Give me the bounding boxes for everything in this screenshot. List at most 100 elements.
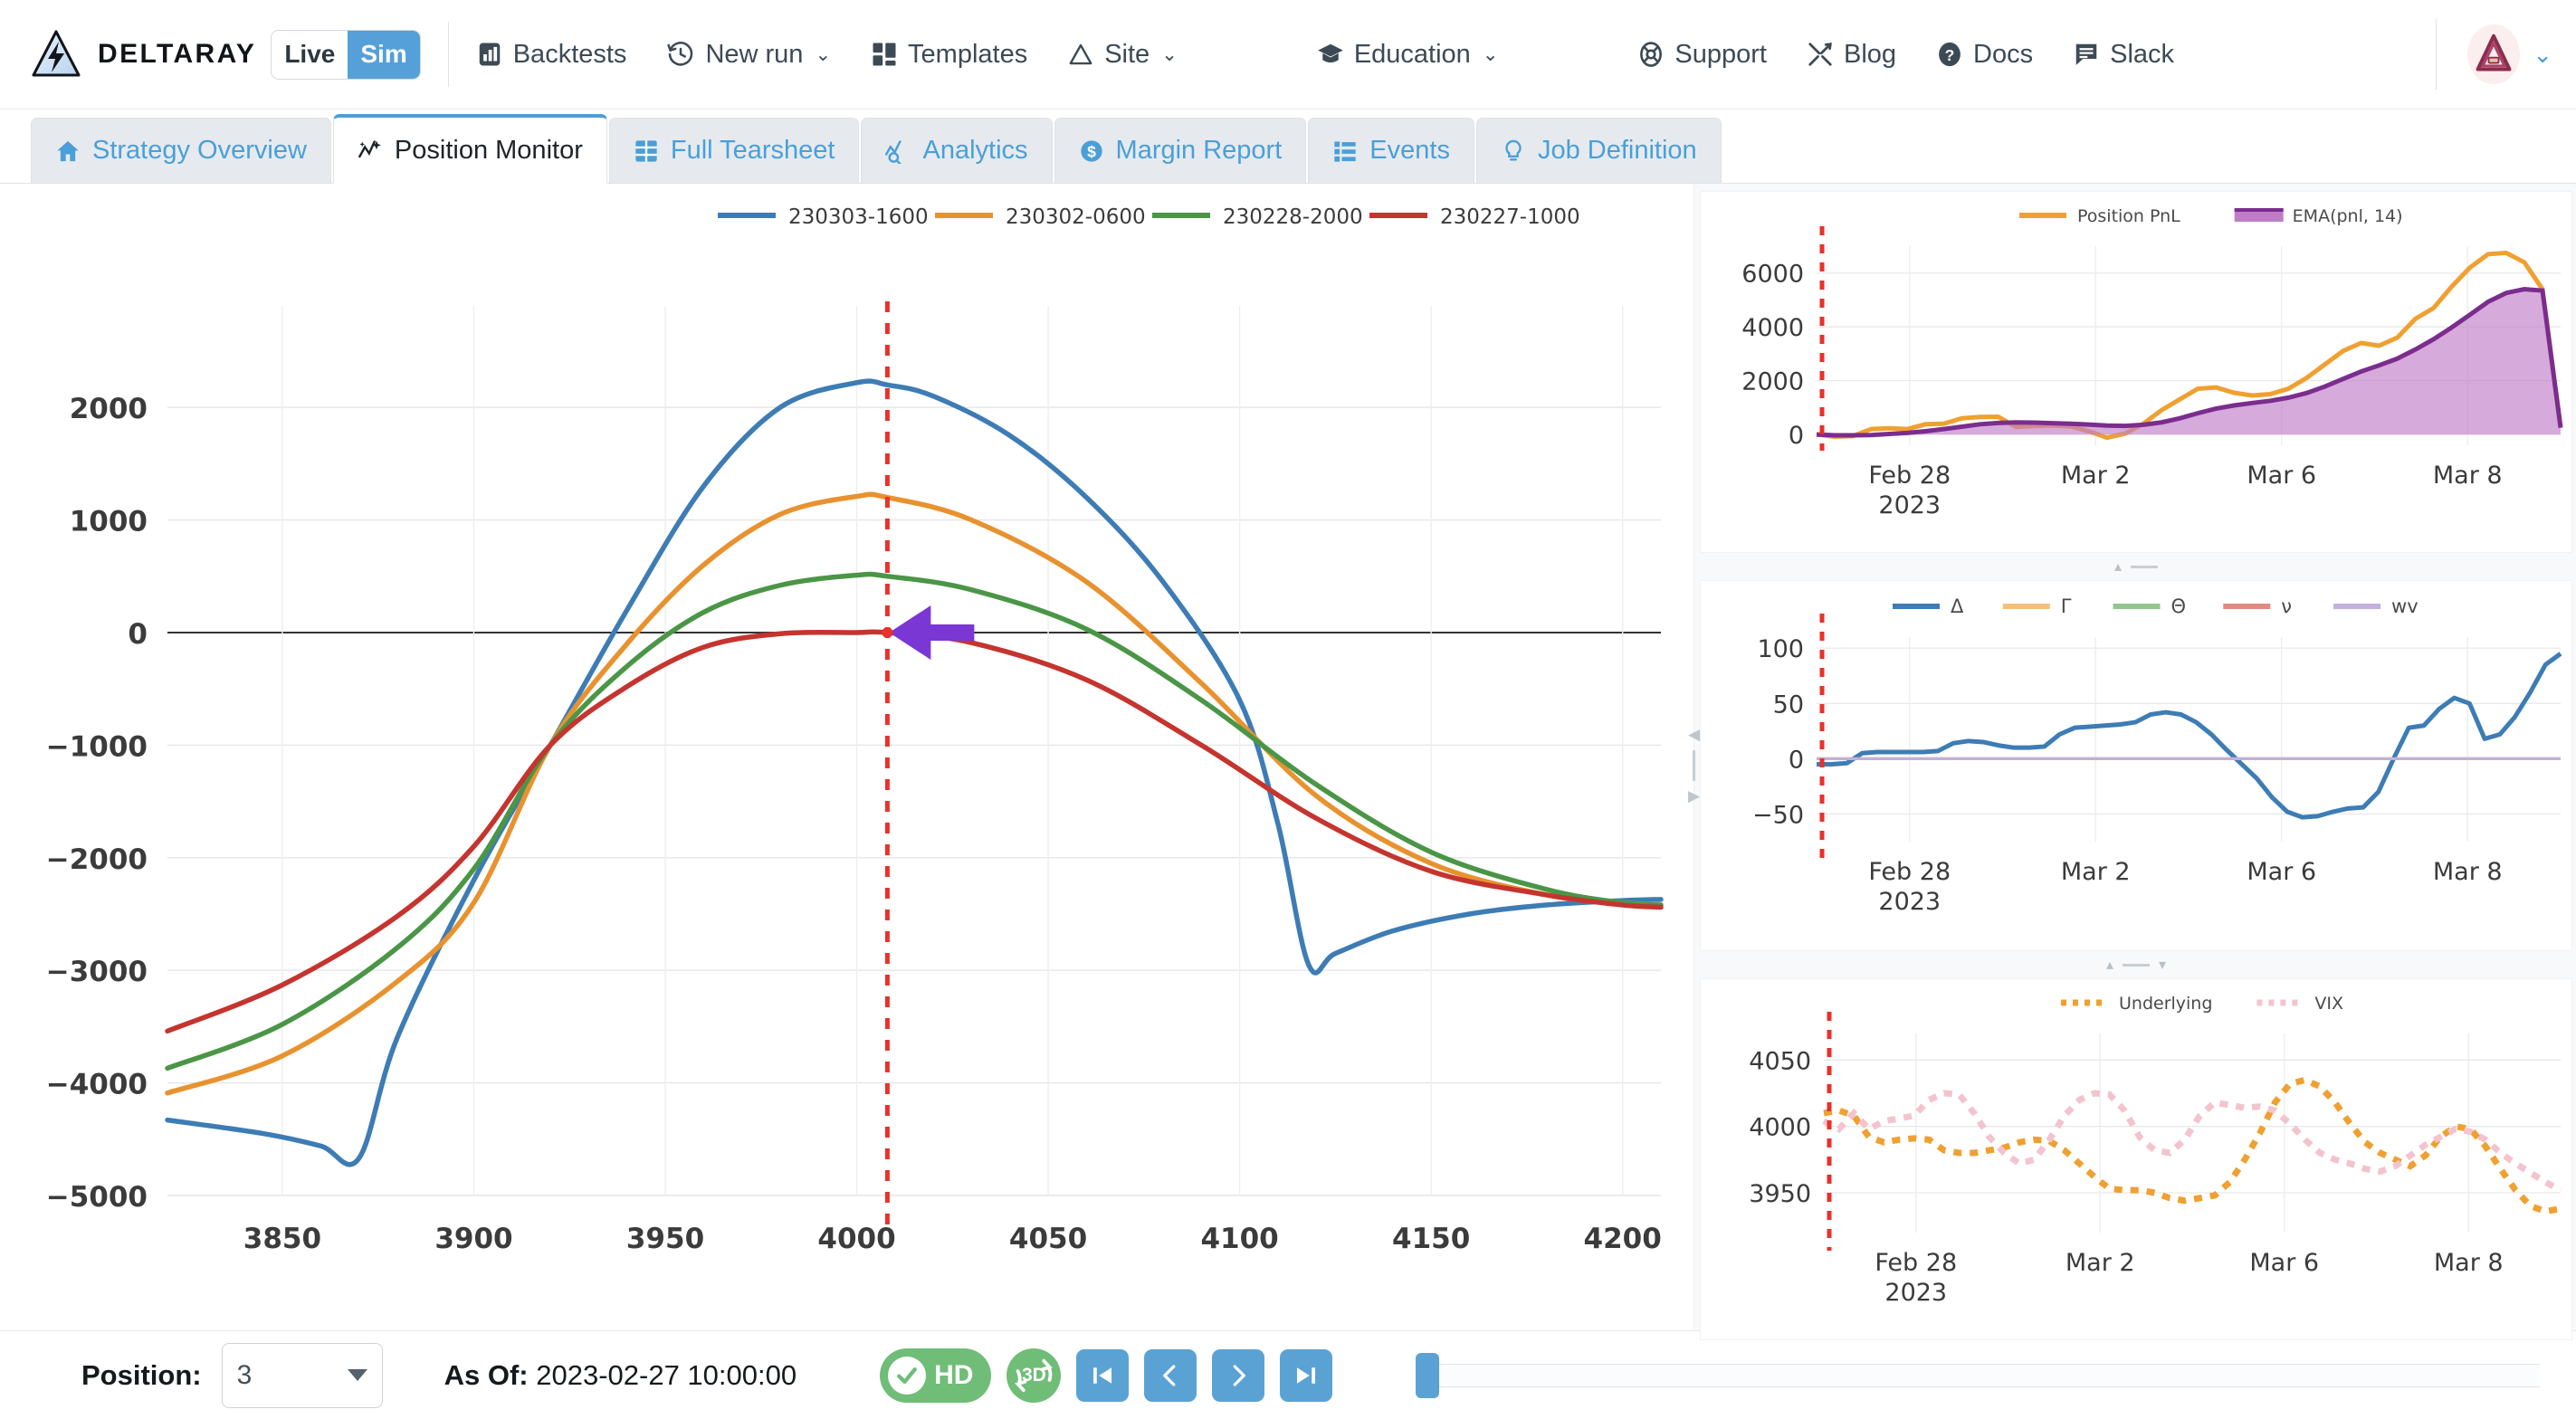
tab-label: Strategy Overview xyxy=(92,136,307,165)
svg-text:Mar 6: Mar 6 xyxy=(2249,1249,2319,1277)
nav-item-backtests[interactable]: Backtests xyxy=(476,40,626,70)
greeks-panel[interactable]: ◀ ▶ Δ Γ Θν wv 100 50 0 −50 Feb 28 2023 Mar 2 Mar 6 M… xyxy=(1688,580,2572,951)
svg-text:2023: 2023 xyxy=(1878,491,1941,519)
avatar[interactable] xyxy=(2467,24,2521,84)
underlying-chart[interactable]: Underlying VIX 4050 4000 3950 Feb 282023 Mar 2… xyxy=(1701,979,2571,1339)
nav-item-site[interactable]: Site ⌄ xyxy=(1067,40,1178,70)
panel-collapse-handle[interactable]: ◀ ▶ xyxy=(1688,726,1700,805)
svg-text:−50: −50 xyxy=(1752,801,1804,829)
slider-track[interactable] xyxy=(1416,1363,2540,1387)
step-forward-button[interactable] xyxy=(1212,1348,1265,1402)
underlying-panel[interactable]: Underlying VIX 4050 4000 3950 Feb 28 2023 Mar 2… xyxy=(1700,978,2572,1340)
chevron-down-icon: ⌄ xyxy=(1161,43,1178,65)
step-back-button[interactable] xyxy=(1144,1348,1197,1402)
mode-live-option[interactable]: Live xyxy=(272,30,348,79)
nav-item-new-run[interactable]: New run ⌄ xyxy=(666,40,831,70)
svg-text:4100: 4100 xyxy=(1200,1223,1278,1255)
nav-label: Slack xyxy=(2110,39,2175,69)
svg-text:4200: 4200 xyxy=(1584,1223,1662,1255)
trend-sparkle-icon xyxy=(358,138,383,163)
as-of-label: As Of: xyxy=(444,1358,529,1391)
brand-logo-group[interactable]: DELTARAY xyxy=(31,29,256,80)
svg-text:Mar 6: Mar 6 xyxy=(2247,858,2316,886)
tab-job-definition[interactable]: Job Definition xyxy=(1475,118,1722,183)
nav-label: Docs xyxy=(1973,39,2034,69)
svg-text:230302-0600: 230302-0600 xyxy=(1006,205,1146,229)
position-select[interactable]: 3 xyxy=(221,1342,383,1408)
svg-text:Position PnL: Position PnL xyxy=(2077,206,2180,226)
tab-full-tearsheet[interactable]: Full Tearsheet xyxy=(608,118,860,183)
svg-text:100: 100 xyxy=(1757,635,1804,663)
nav-item-templates[interactable]: Templates xyxy=(871,40,1027,70)
payoff-chart-pane: 230303-1600 230302-0600 230228-2000 230227-… xyxy=(0,184,1694,1330)
svg-text:2023: 2023 xyxy=(1884,1279,1947,1307)
svg-text:4000: 4000 xyxy=(817,1223,895,1255)
svg-text:−2000: −2000 xyxy=(46,843,148,876)
svg-text:230227-1000: 230227-1000 xyxy=(1440,205,1580,229)
graduation-cap-icon xyxy=(1317,41,1344,68)
nav-item-slack[interactable]: Slack xyxy=(2073,40,2174,70)
pnl-chart[interactable]: Position PnL EMA(pnl, 14) 0 2000 4000 6000 Feb… xyxy=(1701,192,2571,552)
avatar-divider xyxy=(2436,19,2438,90)
tab-strategy-overview[interactable]: Strategy Overview xyxy=(31,118,331,183)
svg-text:ν: ν xyxy=(2281,595,2292,617)
list-icon xyxy=(1332,138,1358,164)
tab-margin-report[interactable]: $ Margin Report xyxy=(1054,118,1307,183)
chevron-right-icon: ▶ xyxy=(1688,787,1701,805)
avatar-chevron-down-icon[interactable]: ⌄ xyxy=(2533,41,2552,69)
check-circle-icon xyxy=(888,1356,927,1395)
tab-position-monitor[interactable]: Position Monitor xyxy=(332,114,607,183)
question-circle-icon: ? xyxy=(1936,41,1963,68)
live-sim-toggle[interactable]: Live Sim xyxy=(271,29,421,80)
time-slider[interactable] xyxy=(1416,1348,2540,1403)
svg-text:3950: 3950 xyxy=(626,1223,704,1255)
svg-text:−3000: −3000 xyxy=(46,956,148,988)
greeks-panel-resize-handle[interactable]: ▴ ▾ xyxy=(1694,957,2576,973)
svg-text:Feb 28: Feb 28 xyxy=(1868,462,1951,490)
svg-text:4150: 4150 xyxy=(1392,1223,1470,1255)
tab-label: Full Tearsheet xyxy=(670,136,835,165)
nav-right-group: ⌄ xyxy=(2418,19,2552,90)
nav-item-blog[interactable]: Blog xyxy=(1807,40,1896,70)
svg-text:3850: 3850 xyxy=(243,1223,321,1255)
svg-text:Mar 2: Mar 2 xyxy=(2066,1249,2135,1277)
chevron-left-icon: ◀ xyxy=(1688,726,1701,743)
slider-thumb[interactable] xyxy=(1416,1352,1440,1398)
svg-text:?: ? xyxy=(1945,46,1955,64)
playback-controls: HD 3D xyxy=(880,1348,1333,1403)
pnl-panel-resize-handle[interactable]: ▴ xyxy=(1694,559,2576,575)
svg-text:−5000: −5000 xyxy=(46,1181,148,1214)
hd-toggle-button[interactable]: HD xyxy=(880,1348,992,1403)
svg-text:1000: 1000 xyxy=(70,506,148,538)
svg-text:Feb 28: Feb 28 xyxy=(1868,858,1951,886)
chevron-up-icon: ▴ xyxy=(2113,559,2123,575)
tab-events[interactable]: Events xyxy=(1308,118,1474,183)
svg-text:EMA(pnl, 14): EMA(pnl, 14) xyxy=(2293,206,2403,226)
nav-item-support[interactable]: Support xyxy=(1637,40,1767,70)
dollar-circle-icon: $ xyxy=(1079,138,1104,164)
payoff-chart[interactable]: 230303-1600 230302-0600 230228-2000 230227-… xyxy=(0,184,1694,1330)
go-to-first-button[interactable] xyxy=(1076,1348,1130,1402)
nav-label: Templates xyxy=(908,39,1028,69)
tab-bar: Strategy Overview Position Monitor Full … xyxy=(0,110,2576,184)
nav-item-docs[interactable]: ? Docs xyxy=(1936,40,2033,70)
mode-sim-option[interactable]: Sim xyxy=(348,30,420,79)
svg-text:Underlying: Underlying xyxy=(2119,994,2212,1014)
svg-text:3900: 3900 xyxy=(434,1223,512,1255)
chevron-down-icon: ⌄ xyxy=(815,43,832,65)
svg-text:Γ: Γ xyxy=(2061,595,2072,617)
position-label: Position: xyxy=(81,1358,202,1391)
nav-item-education[interactable]: Education ⌄ xyxy=(1317,40,1498,70)
tab-analytics[interactable]: Analytics xyxy=(861,118,1053,183)
svg-text:$: $ xyxy=(1087,142,1096,160)
go-to-last-button[interactable] xyxy=(1280,1348,1333,1402)
pnl-panel[interactable]: Position PnL EMA(pnl, 14) 0 2000 4000 6000 Feb… xyxy=(1700,191,2572,553)
greeks-chart[interactable]: Δ Γ Θν wv 100 50 0 −50 Feb 282023 Mar 2 Mar 6 Mar 8 xyxy=(1701,581,2571,950)
svg-text:3950: 3950 xyxy=(1749,1180,1811,1208)
tab-label: Events xyxy=(1369,136,1450,165)
three-d-toggle-button[interactable]: 3D xyxy=(1007,1348,1062,1403)
bottom-toolbar: Position: 3 As Of: 2023-02-27 10:00:00 H… xyxy=(0,1330,2576,1419)
svg-text:Mar 6: Mar 6 xyxy=(2247,462,2316,490)
svg-text:Feb 28: Feb 28 xyxy=(1875,1249,1957,1277)
bar-chart-icon xyxy=(476,41,503,68)
